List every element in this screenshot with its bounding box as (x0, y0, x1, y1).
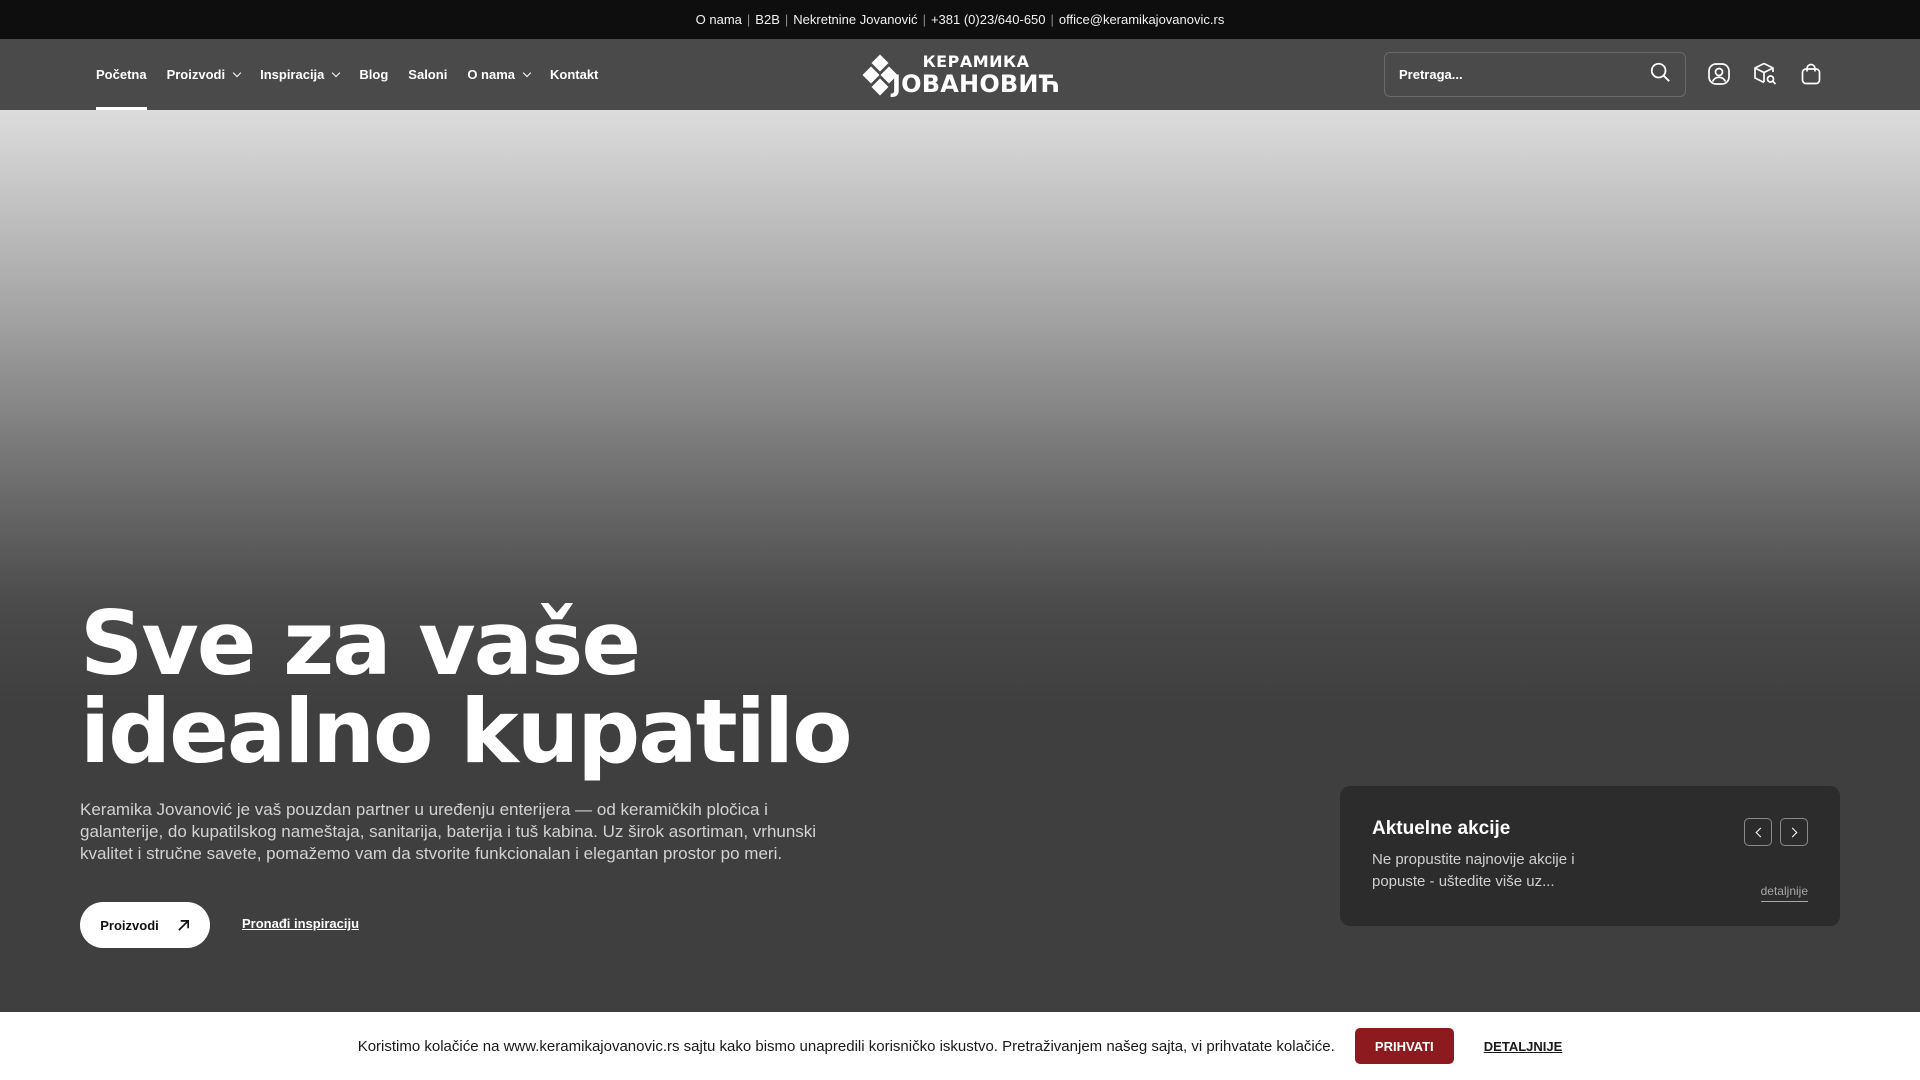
site-logo[interactable]: КЕРАМИКА ЈОВАНОВИЋ (862, 53, 1060, 97)
nav-item-about[interactable]: O nama (467, 39, 532, 110)
topbar-separator: | (746, 12, 751, 27)
nav-item-contact[interactable]: Kontakt (550, 39, 598, 110)
search-icon[interactable] (1649, 61, 1671, 88)
topbar-link-about[interactable]: O nama (696, 12, 742, 27)
hero-title: Sve za vaše idealno kupatilo (80, 600, 853, 776)
nav-item-label: Proizvodi (166, 67, 226, 82)
promo-card: Aktuelne akcije Ne propustite najnovije … (1340, 786, 1840, 926)
search-box (1384, 52, 1686, 97)
chevron-left-icon (1755, 827, 1765, 837)
chevron-down-icon (522, 68, 532, 77)
site-header: Početna Proizvodi Inspiracija Blog Salon… (0, 39, 1920, 110)
cookie-details-link[interactable]: DETALJNIJE (1484, 1039, 1563, 1054)
nav-item-showrooms[interactable]: Saloni (408, 39, 447, 110)
hero-title-line-2: idealno kupatilo (80, 680, 853, 783)
search-input[interactable] (1399, 67, 1649, 82)
logo-wordmark: КЕРАМИКА ЈОВАНОВИЋ (892, 52, 1060, 98)
chevron-down-icon (232, 68, 242, 77)
promo-details-link[interactable]: detaljnije (1760, 884, 1808, 902)
topbar-link-phone[interactable]: +381 (0)23/640-650 (931, 12, 1046, 27)
promo-prev-button[interactable] (1744, 818, 1772, 846)
topbar-link-real-estate[interactable]: Nekretnine Jovanović (793, 12, 917, 27)
top-bar: O nama | B2B | Nekretnine Jovanović | +3… (0, 0, 1920, 39)
promo-next-button[interactable] (1780, 818, 1808, 846)
nav-item-label: Inspiracija (260, 67, 325, 82)
topbar-link-email[interactable]: office@keramikajovanovic.rs (1059, 12, 1224, 27)
nav-item-label: Početna (96, 67, 147, 82)
cookie-banner: Koristimo kolačiće na www.keramikajovano… (0, 1012, 1920, 1080)
topbar-separator: | (1050, 12, 1054, 27)
chevron-right-icon (1787, 827, 1797, 837)
products-button-label: Proizvodi (100, 917, 159, 933)
user-icon[interactable] (1706, 61, 1732, 87)
nav-item-home[interactable]: Početna (96, 39, 147, 110)
nav-item-label: Blog (359, 67, 389, 82)
find-inspiration-link[interactable]: Pronađi inspiraciju (242, 916, 359, 931)
package-search-icon[interactable] (1752, 61, 1778, 87)
diamond-logo-icon (862, 54, 898, 96)
logo-line-1: КЕРАМИКА (922, 52, 1030, 71)
cookie-accept-button[interactable]: PRIHVATI (1354, 1028, 1454, 1064)
products-button[interactable]: Proizvodi (80, 902, 210, 948)
nav-item-label: Saloni (408, 67, 448, 82)
hero-description: Keramika Jovanović je vaš pouzdan partne… (80, 800, 817, 863)
nav-item-inspiration[interactable]: Inspiracija (260, 39, 341, 110)
promo-title: Aktuelne akcije (1372, 818, 1511, 839)
topbar-separator: | (922, 12, 926, 27)
promo-text: Ne propustite najnovije akcije i popuste… (1372, 851, 1575, 890)
logo-line-2: ЈОВАНОВИЋ (892, 70, 1060, 98)
nav-item-blog[interactable]: Blog (359, 39, 388, 110)
topbar-link-b2b[interactable]: B2B (755, 12, 780, 27)
chevron-down-icon (332, 68, 341, 77)
arrow-up-right-icon (178, 919, 189, 931)
cookie-text: Koristimo kolačiće na www.keramikajovano… (357, 1037, 1335, 1055)
nav-item-label: O nama (467, 67, 515, 82)
cart-icon[interactable] (1798, 61, 1824, 87)
hero-section: Sve za vaše idealno kupatilo Keramika Jo… (0, 110, 1920, 1012)
main-nav: Početna Proizvodi Inspiracija Blog Salon… (96, 39, 618, 110)
nav-item-label: Kontakt (550, 67, 599, 82)
topbar-separator: | (784, 12, 789, 27)
nav-item-products[interactable]: Proizvodi (166, 39, 242, 110)
